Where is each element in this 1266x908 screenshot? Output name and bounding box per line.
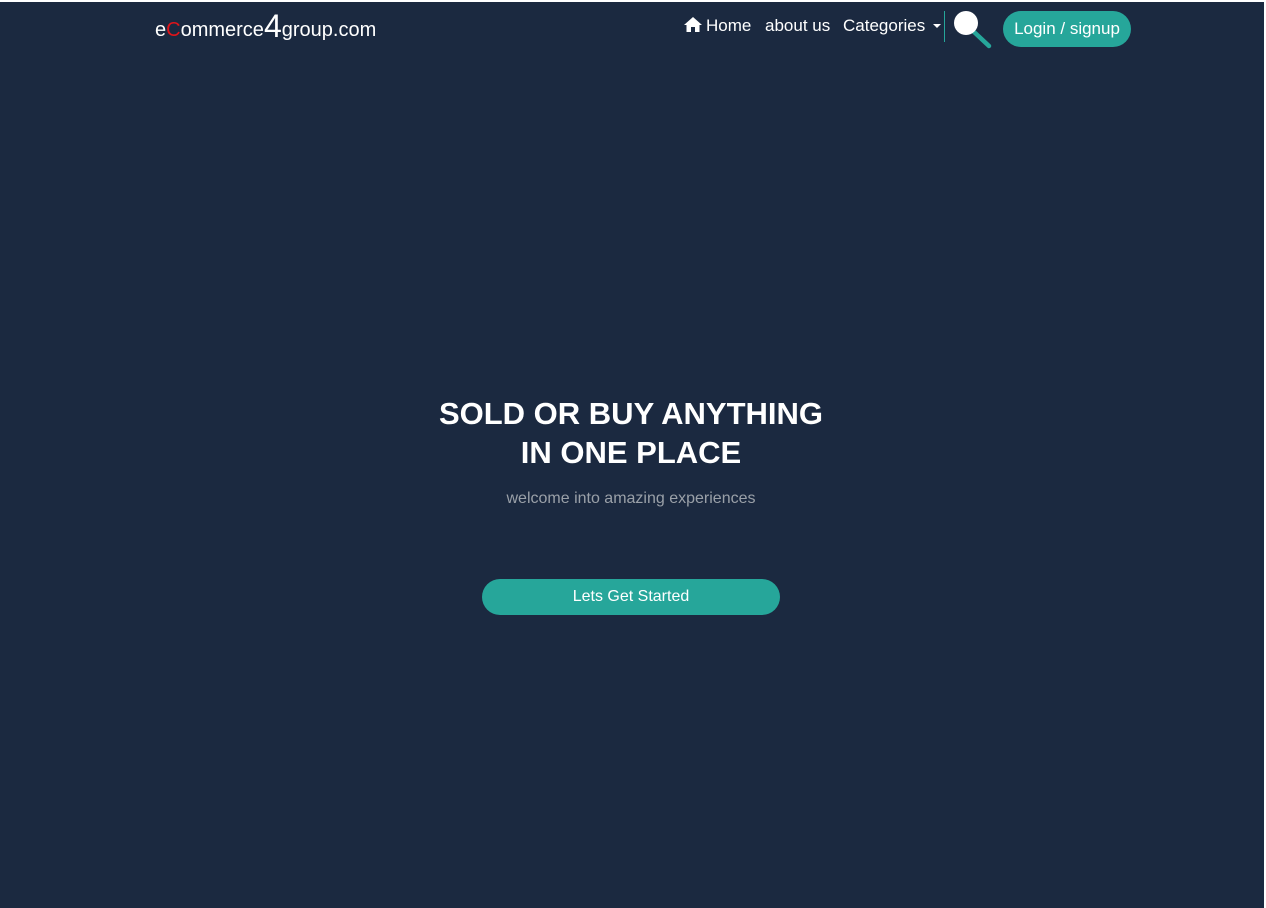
hero-title-line-2: IN ONE PLACE: [520, 435, 742, 470]
hero-subtitle: welcome into amazing experiences: [506, 490, 756, 507]
nav-home[interactable]: Home: [683, 16, 751, 36]
chevron-down-icon: [933, 24, 942, 28]
logo-part-domain: group.com: [281, 19, 377, 41]
get-started-button[interactable]: Lets Get Started: [482, 579, 780, 615]
logo-part-c: C: [166, 19, 181, 41]
page: eCommerce4group.com Home about us Catego…: [0, 2, 1264, 908]
home-icon: [683, 16, 703, 38]
logo-part-4: 4: [263, 8, 282, 44]
login-signup-button[interactable]: Login / signup: [1003, 11, 1131, 47]
nav-categories-label: Categories: [843, 16, 926, 35]
nav-about-us[interactable]: about us: [765, 16, 830, 36]
nav-home-label: Home: [706, 16, 752, 35]
hero-title: SOLD OR BUY ANYTHING IN ONE PLACE: [383, 394, 879, 472]
site-logo[interactable]: eCommerce4group.com: [155, 10, 377, 42]
logo-part-e: e: [155, 19, 167, 41]
search-icon: [954, 11, 992, 49]
hero-title-line-1: SOLD OR BUY ANYTHING: [438, 396, 824, 431]
nav-divider: [944, 11, 945, 42]
logo-part-ommerce: ommerce: [180, 19, 264, 41]
search-button[interactable]: [951, 9, 993, 51]
nav-categories-dropdown[interactable]: Categories: [843, 16, 942, 36]
